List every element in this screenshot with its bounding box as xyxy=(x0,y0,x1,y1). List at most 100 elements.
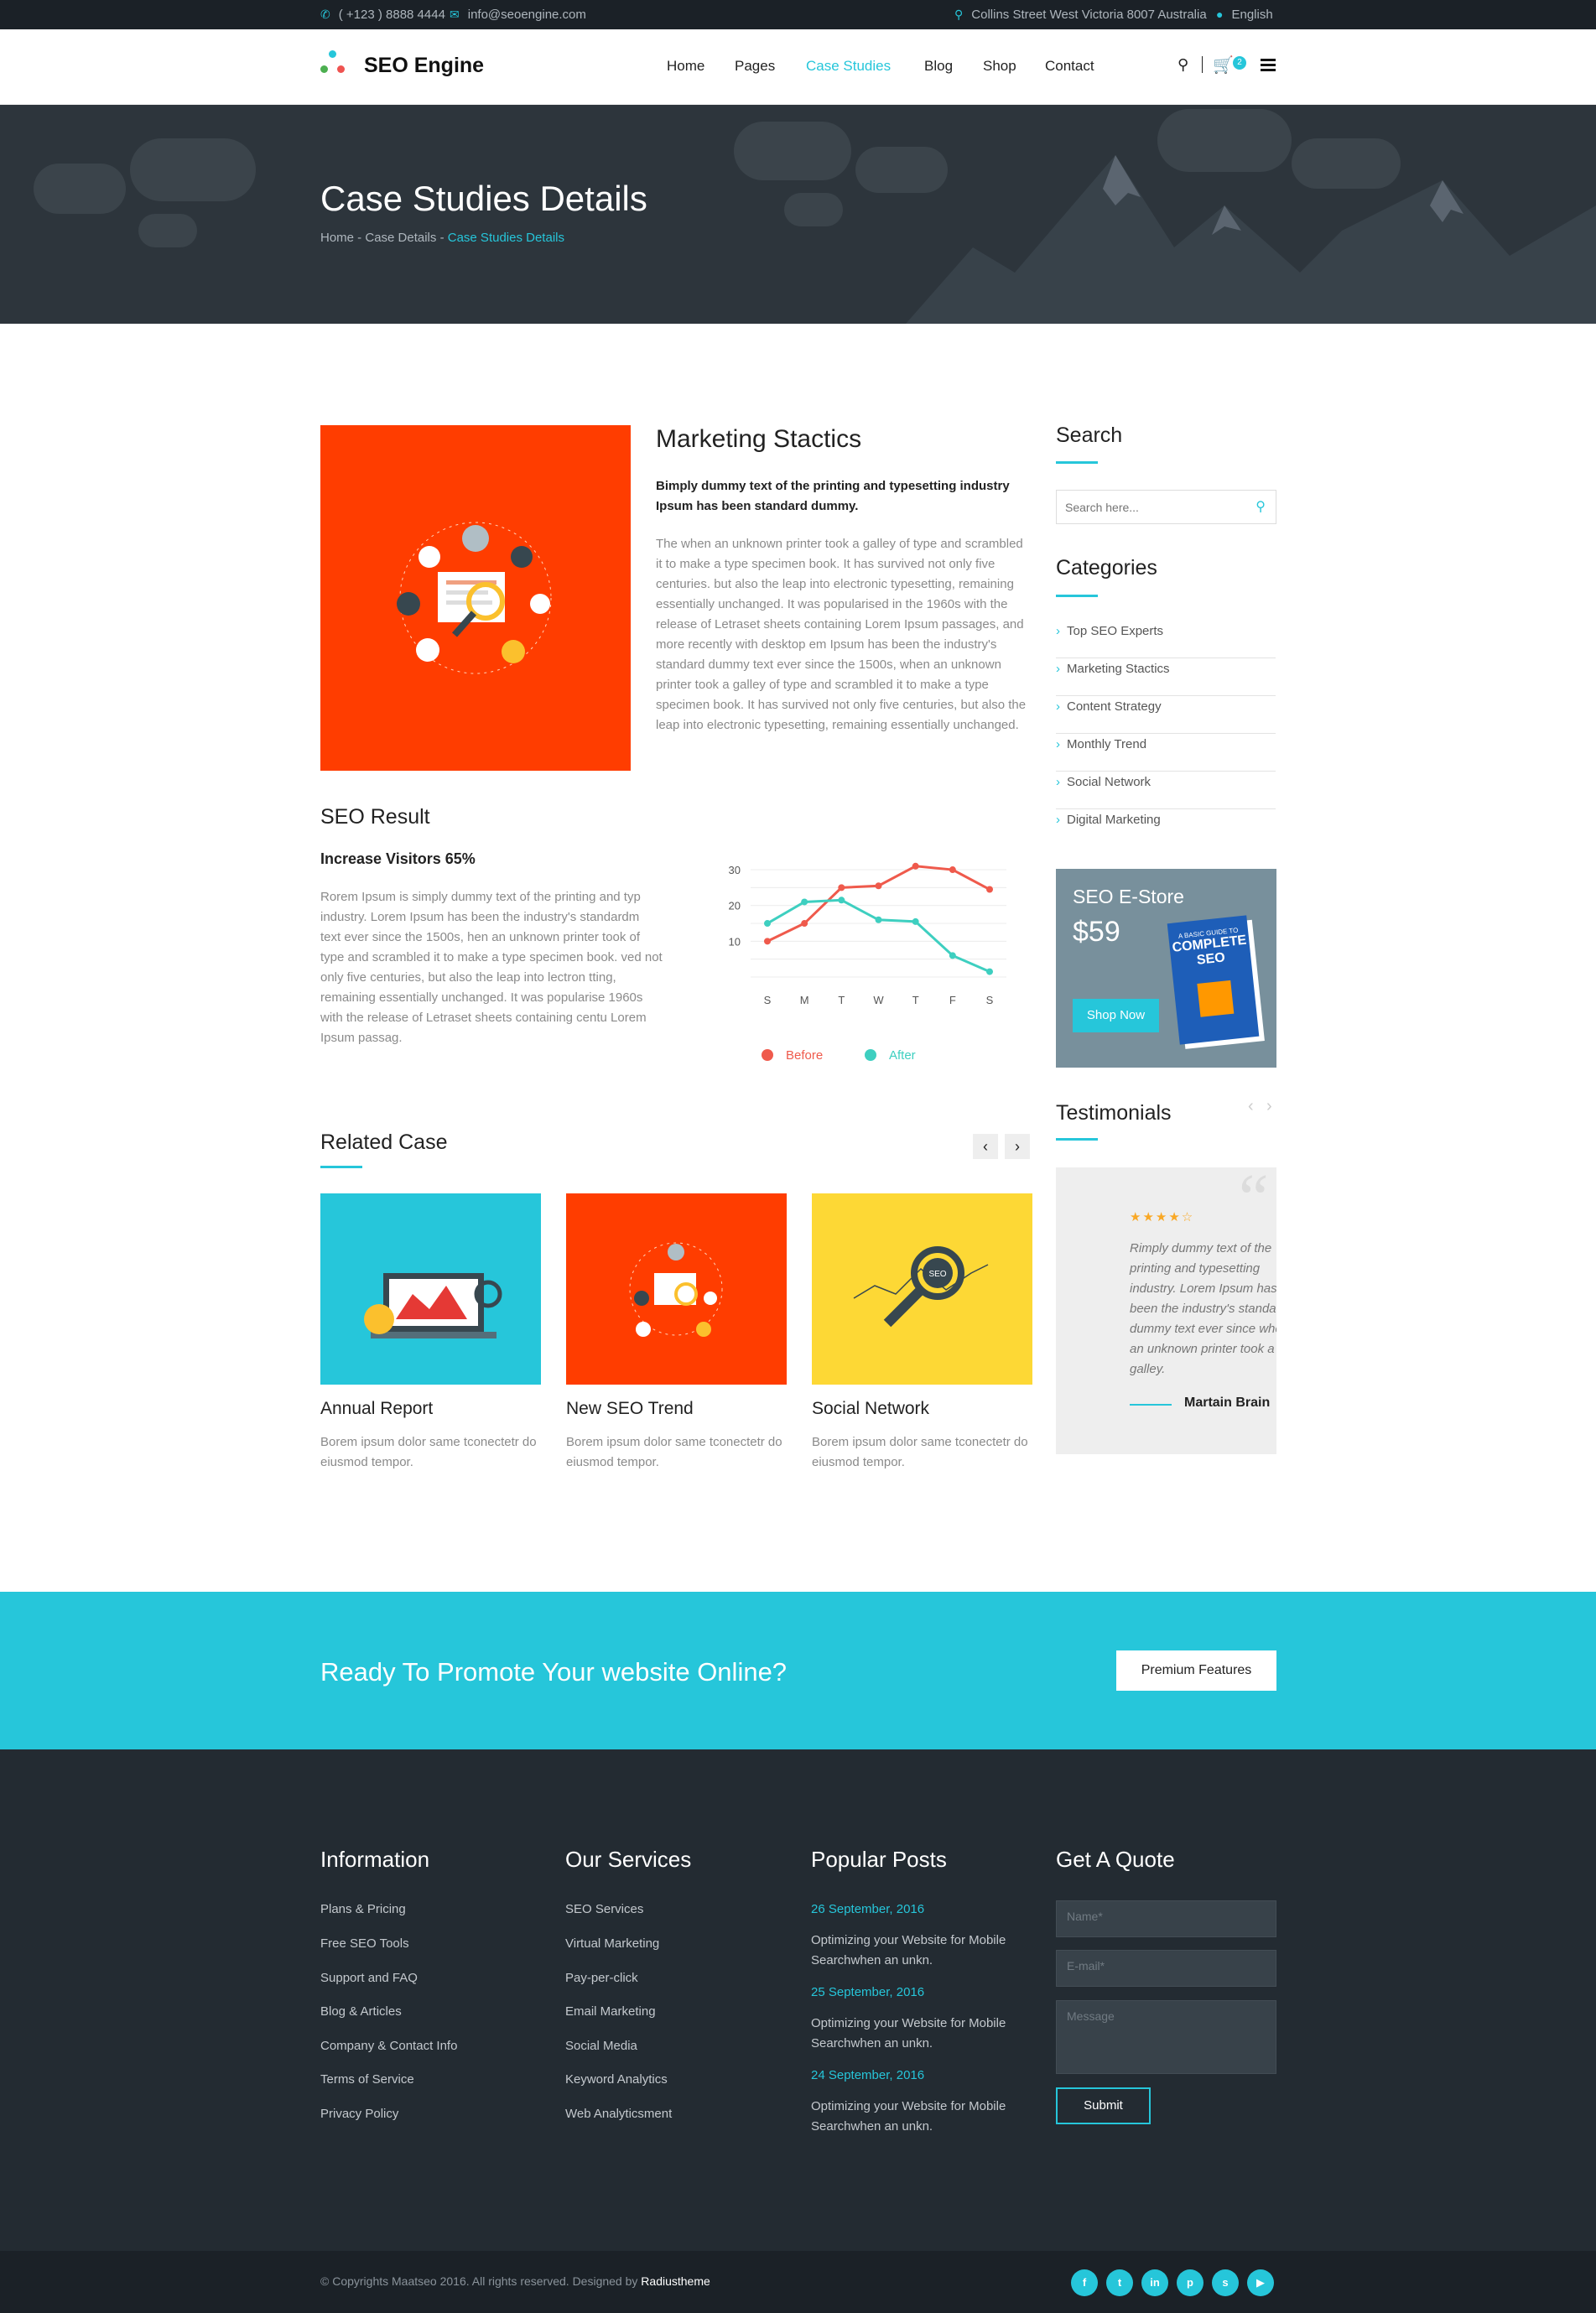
chevron-right-icon: › xyxy=(1056,813,1060,827)
card-title[interactable]: Social Network xyxy=(812,1399,929,1419)
next-arrow-icon[interactable]: › xyxy=(1005,1134,1030,1159)
brand-name[interactable]: SEO Engine xyxy=(364,54,484,78)
menu-icon[interactable] xyxy=(1261,59,1276,71)
breadcrumb-case-details[interactable]: Case Details xyxy=(365,231,436,245)
nav-contact[interactable]: Contact xyxy=(1045,58,1094,75)
nav-shop[interactable]: Shop xyxy=(983,58,1016,75)
testimonial-next-icon[interactable]: › xyxy=(1266,1097,1272,1116)
language-selector[interactable]: ● English xyxy=(1216,8,1273,22)
footer-link[interactable]: SEO Services xyxy=(565,1902,643,1916)
nav-pages[interactable]: Pages xyxy=(735,58,775,75)
data-point-after xyxy=(949,952,956,959)
shop-now-button[interactable]: Shop Now xyxy=(1073,999,1159,1032)
data-point-after xyxy=(838,897,845,904)
quote-name-field[interactable]: Name* xyxy=(1056,1900,1276,1937)
chevron-right-icon: › xyxy=(1056,662,1060,676)
brand-logo-icon[interactable] xyxy=(320,50,354,84)
search-widget-title: Search xyxy=(1056,424,1123,447)
nav-home[interactable]: Home xyxy=(667,58,704,75)
category-item[interactable]: › Monthly Trend xyxy=(1056,734,1276,772)
footer-link[interactable]: Web Analyticsment xyxy=(565,2107,672,2121)
premium-features-button[interactable]: Premium Features xyxy=(1116,1650,1276,1691)
prev-arrow-icon[interactable]: ‹ xyxy=(973,1134,998,1159)
breadcrumb-home[interactable]: Home xyxy=(320,231,354,245)
new-seo-trend-image[interactable] xyxy=(566,1193,787,1385)
footer-link[interactable]: Plans & Pricing xyxy=(320,1902,406,1916)
contact-email[interactable]: ✉ info@seoengine.com xyxy=(450,8,586,22)
chevron-right-icon: › xyxy=(1056,775,1060,789)
category-item[interactable]: › Top SEO Experts xyxy=(1056,621,1276,658)
data-point-before xyxy=(912,862,919,870)
page-banner xyxy=(0,105,1596,324)
top-bar: ✆( +123 ) 8888 4444 ✉ info@seoengine.com … xyxy=(0,0,1596,29)
post-title[interactable]: Optimizing your Website for Mobile Searc… xyxy=(811,2097,1029,2137)
skype-icon[interactable]: s xyxy=(1212,2269,1239,2296)
contact-phone: ✆( +123 ) 8888 4444 xyxy=(320,8,445,22)
footer-link[interactable]: Terms of Service xyxy=(320,2072,414,2087)
card-title[interactable]: Annual Report xyxy=(320,1399,433,1419)
case-study-image xyxy=(320,425,631,771)
footer-link[interactable]: Support and FAQ xyxy=(320,1971,418,1985)
cloud-decoration xyxy=(34,164,126,214)
mountains-decoration xyxy=(906,155,1596,324)
nav-blog[interactable]: Blog xyxy=(924,58,953,75)
footer-link[interactable]: Virtual Marketing xyxy=(565,1936,659,1951)
cta-text: Ready To Promote Your website Online? xyxy=(320,1657,788,1687)
social-network-image[interactable]: SEO xyxy=(812,1193,1032,1385)
y-tick-label: 10 xyxy=(729,935,741,948)
breadcrumb-current: Case Studies Details xyxy=(447,231,564,245)
testimonial-prev-icon[interactable]: ‹ xyxy=(1248,1097,1254,1116)
category-item[interactable]: › Social Network xyxy=(1056,772,1276,809)
twitter-icon[interactable]: t xyxy=(1106,2269,1133,2296)
search-icon[interactable]: ⚲ xyxy=(1178,56,1188,74)
post-title[interactable]: Optimizing your Website for Mobile Searc… xyxy=(811,1931,1029,1971)
related-case-title: Related Case xyxy=(320,1131,448,1154)
pinterest-icon[interactable]: p xyxy=(1177,2269,1203,2296)
quote-message-field[interactable]: Message xyxy=(1056,2000,1276,2074)
footer-link[interactable]: Social Media xyxy=(565,2039,637,2053)
search-icon[interactable]: ⚲ xyxy=(1255,498,1266,515)
post-date: 25 September, 2016 xyxy=(811,1985,925,1999)
footer-link[interactable]: Pay-per-click xyxy=(565,1971,638,1985)
cart-icon[interactable]: 🛒 xyxy=(1213,55,1234,75)
facebook-icon[interactable]: f xyxy=(1071,2269,1098,2296)
footer-link[interactable]: Free SEO Tools xyxy=(320,1936,409,1951)
quote-email-field[interactable]: E-mail* xyxy=(1056,1950,1276,1987)
footer-link[interactable]: Keyword Analytics xyxy=(565,2072,668,2087)
nav-case-studies[interactable]: Case Studies xyxy=(806,58,891,75)
testimonial-card: “ ★★★★☆ Rimply dummy text of the printin… xyxy=(1056,1167,1276,1454)
estore-title: SEO E-Store xyxy=(1073,886,1184,907)
address: ⚲ Collins Street West Victoria 8007 Austr… xyxy=(954,8,1207,22)
footer-link[interactable]: Email Marketing xyxy=(565,2004,656,2019)
data-point-before xyxy=(838,884,845,891)
youtube-icon[interactable]: ▶ xyxy=(1247,2269,1274,2296)
post-date: 26 September, 2016 xyxy=(811,1902,925,1916)
header-divider xyxy=(1202,56,1203,73)
category-item[interactable]: › Digital Marketing xyxy=(1056,809,1276,847)
linkedin-icon[interactable]: in xyxy=(1141,2269,1168,2296)
search-box[interactable]: ⚲ xyxy=(1056,490,1276,524)
author-line xyxy=(1130,1404,1172,1406)
chevron-right-icon: › xyxy=(1056,737,1060,751)
footer-link[interactable]: Privacy Policy xyxy=(320,2107,398,2121)
globe-icon: ● xyxy=(1216,8,1224,21)
designer-link[interactable]: Radiustheme xyxy=(641,2274,710,2288)
rating-stars: ★★★★☆ xyxy=(1130,1210,1195,1224)
categories-title: Categories xyxy=(1056,556,1157,580)
submit-button[interactable]: Submit xyxy=(1056,2087,1151,2124)
card-title[interactable]: New SEO Trend xyxy=(566,1399,694,1419)
map-pin-icon: ⚲ xyxy=(954,8,964,21)
category-item[interactable]: › Content Strategy xyxy=(1056,696,1276,734)
data-point-after xyxy=(764,920,771,928)
legend-label: Before xyxy=(786,1048,823,1063)
copyright-text: © Copyrights Maatseo 2016. All rights re… xyxy=(320,2274,710,2288)
category-item[interactable]: › Marketing Stactics xyxy=(1056,658,1276,696)
footer-link[interactable]: Blog & Articles xyxy=(320,2004,402,2019)
search-input[interactable] xyxy=(1057,491,1241,523)
x-tick-label: F xyxy=(949,994,956,1006)
footer-link[interactable]: Company & Contact Info xyxy=(320,2039,457,2053)
annual-report-image[interactable] xyxy=(320,1193,541,1385)
post-title[interactable]: Optimizing your Website for Mobile Searc… xyxy=(811,2014,1029,2054)
cloud-decoration xyxy=(784,193,843,226)
y-tick-label: 30 xyxy=(729,864,741,876)
